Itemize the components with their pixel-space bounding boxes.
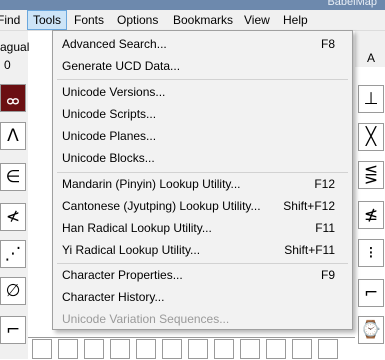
glyph-cell[interactable] — [240, 339, 260, 359]
window-title-bar: BabelMap — [0, 0, 385, 10]
menu-item-character-history[interactable]: Character History... — [55, 286, 350, 308]
glyph-cell[interactable]: ∈ — [0, 163, 26, 191]
menu-view[interactable]: View — [239, 10, 275, 30]
left-panel-number: 0 — [4, 58, 11, 72]
menu-item-label: Unicode Blocks... — [62, 151, 155, 165]
glyph-cell[interactable]: ⊥ — [358, 85, 384, 113]
glyph-cell[interactable]: ⁝ — [358, 239, 384, 267]
menu-item-label: Han Radical Lookup Utility... — [62, 221, 212, 235]
glyph-cell[interactable] — [318, 339, 338, 359]
menu-item-label: Generate UCD Data... — [62, 59, 181, 73]
menu-find[interactable]: Find — [0, 10, 25, 30]
glyph-cell[interactable] — [214, 339, 234, 359]
left-panel: agual 0 — [0, 31, 30, 359]
menu-item-advanced-search[interactable]: Advanced Search... F8 — [55, 33, 350, 55]
menu-item-label: Advanced Search... — [62, 37, 167, 51]
window-title: BabelMap — [327, 0, 377, 8]
menu-item-shortcut: Shift+F11 — [284, 243, 335, 257]
right-column-header: A — [355, 31, 385, 67]
glyph-cell[interactable] — [136, 339, 156, 359]
glyph-cell[interactable]: ⌐ — [358, 279, 384, 307]
menu-bar: Find Tools Fonts Options Bookmarks View … — [0, 10, 385, 31]
menu-item-mandarin-lookup[interactable]: Mandarin (Pinyin) Lookup Utility... F12 — [55, 173, 350, 195]
glyph-cell[interactable]: ⌐ — [0, 316, 26, 344]
menu-item-label: Character History... — [62, 290, 165, 304]
menu-item-generate-ucd-data[interactable]: Generate UCD Data... — [55, 55, 350, 77]
menu-item-label: Unicode Variation Sequences... — [62, 312, 230, 326]
glyph-cell[interactable]: ⋰ — [0, 240, 26, 268]
menu-item-unicode-planes[interactable]: Unicode Planes... — [55, 125, 350, 147]
menu-item-unicode-scripts[interactable]: Unicode Scripts... — [55, 103, 350, 125]
menu-item-label: Mandarin (Pinyin) Lookup Utility... — [62, 177, 241, 191]
menu-item-shortcut: F9 — [320, 268, 335, 282]
menu-fonts[interactable]: Fonts — [69, 10, 109, 30]
menu-item-shortcut: F8 — [320, 37, 335, 51]
menu-bookmarks[interactable]: Bookmarks — [168, 10, 238, 30]
bottom-glyph-row — [28, 337, 355, 360]
menu-separator — [57, 79, 348, 80]
menu-item-unicode-versions[interactable]: Unicode Versions... — [55, 81, 350, 103]
menu-item-unicode-variation-sequences: Unicode Variation Sequences... — [55, 308, 350, 330]
menu-item-unicode-blocks[interactable]: Unicode Blocks... — [55, 147, 350, 169]
menu-item-label: Yi Radical Lookup Utility... — [62, 243, 201, 257]
menu-item-shortcut: F12 — [314, 177, 335, 191]
tools-menu: Advanced Search... F8 Generate UCD Data.… — [52, 30, 353, 330]
menu-item-label: Unicode Versions... — [62, 85, 166, 99]
glyph-cell[interactable] — [110, 339, 130, 359]
menu-help[interactable]: Help — [278, 10, 313, 30]
menu-tools[interactable]: Tools — [27, 10, 68, 30]
glyph-cell[interactable]: ⌚ — [358, 316, 384, 344]
left-panel-label: agual — [0, 40, 30, 54]
glyph-cell[interactable]: ╳ — [358, 123, 384, 151]
right-column-label: A — [367, 51, 376, 65]
glyph-cell[interactable] — [266, 339, 286, 359]
glyph-cell[interactable]: ⋚ — [358, 161, 384, 189]
glyph-cell[interactable]: ≰ — [358, 201, 384, 229]
glyph-cell[interactable] — [188, 339, 208, 359]
glyph-cell[interactable] — [32, 339, 52, 359]
menu-item-label: Unicode Scripts... — [62, 107, 157, 121]
menu-item-character-properties[interactable]: Character Properties... F9 — [55, 264, 350, 286]
menu-item-han-radical-lookup[interactable]: Han Radical Lookup Utility... F11 — [55, 217, 350, 239]
menu-item-label: Character Properties... — [62, 268, 183, 282]
glyph-cell[interactable] — [162, 339, 182, 359]
glyph-cell[interactable]: ∅ — [0, 277, 26, 305]
menu-item-label: Cantonese (Jyutping) Lookup Utility... — [62, 199, 261, 213]
glyph-cell[interactable] — [84, 339, 104, 359]
menu-options[interactable]: Options — [112, 10, 163, 30]
menu-item-shortcut: Shift+F12 — [283, 199, 335, 213]
right-glyph-column: A ⊥ ╳ ⋚ ≰ ⁝ ⌐ ⌚ — [355, 31, 385, 359]
menu-item-yi-radical-lookup[interactable]: Yi Radical Lookup Utility... Shift+F11 — [55, 239, 350, 261]
glyph-cell[interactable] — [58, 339, 78, 359]
glyph-cell[interactable]: ≮ — [0, 203, 26, 231]
menu-item-label: Unicode Planes... — [62, 129, 157, 143]
menu-item-cantonese-lookup[interactable]: Cantonese (Jyutping) Lookup Utility... S… — [55, 195, 350, 217]
glyph-cell-selected[interactable]: ᢁ — [0, 84, 26, 113]
glyph-cell[interactable] — [292, 339, 312, 359]
glyph-cell[interactable]: Λ — [0, 122, 26, 150]
menu-item-shortcut: F11 — [315, 221, 335, 235]
